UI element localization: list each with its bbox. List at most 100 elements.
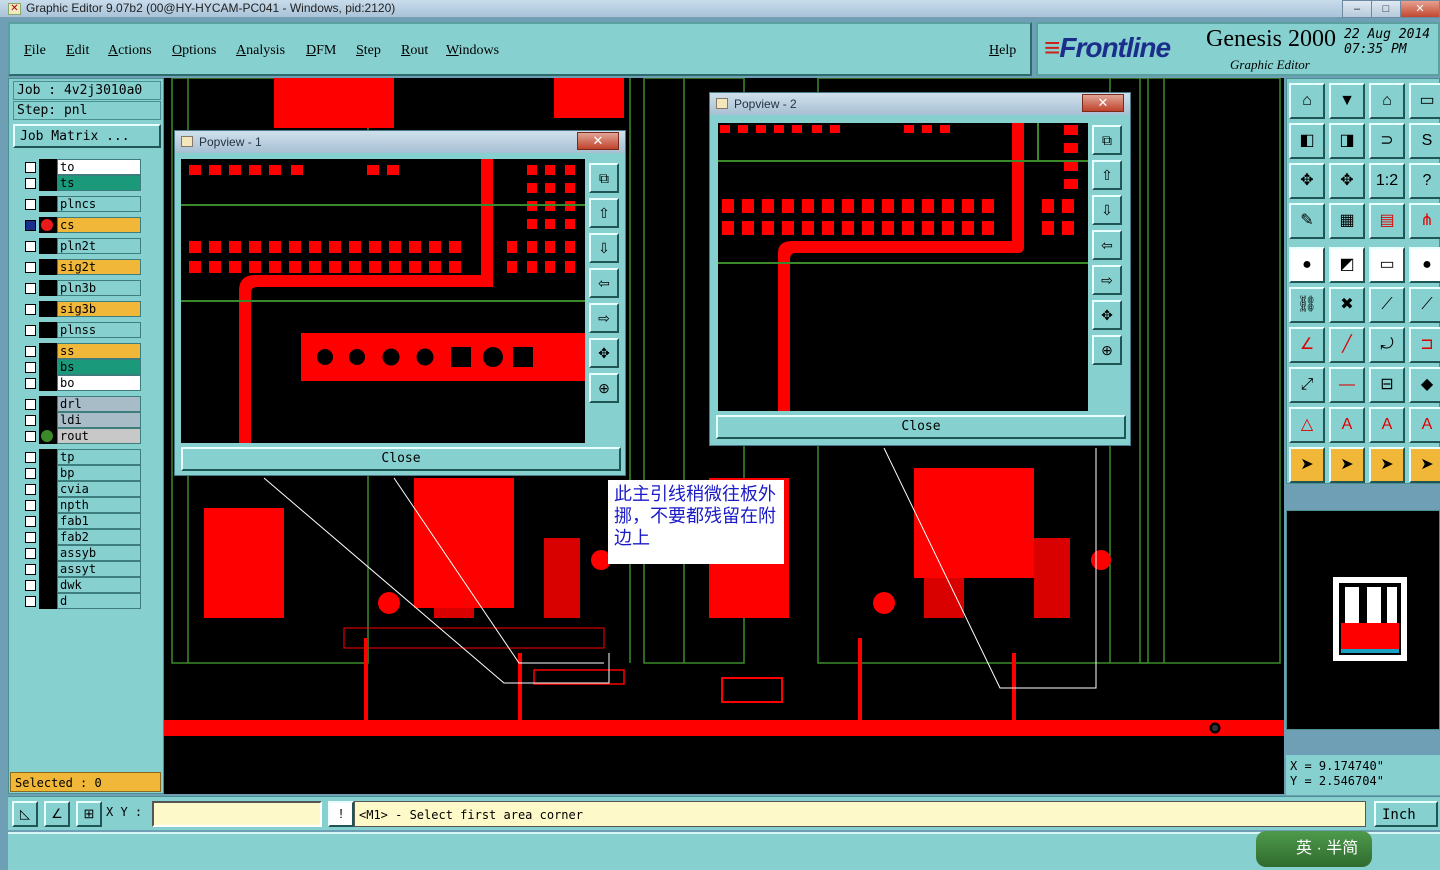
menu-step[interactable]: Step [356,43,381,59]
line-add-icon[interactable]: ◩ [1329,247,1365,283]
overview-map[interactable] [1286,510,1440,730]
popview-1-view[interactable] [181,159,585,443]
layer-row-pln3b[interactable]: pln3b [23,280,141,296]
popview-pan-right-button[interactable]: ⇨ [1092,265,1122,295]
pointer-icon[interactable]: ➤ [1289,447,1325,483]
popview-1-close-button[interactable]: Close [181,447,621,471]
popview-zoom-fit-button[interactable]: ⧉ [1092,125,1122,155]
layer-row-drl[interactable]: drl [23,396,141,412]
layer-row-d[interactable]: d [23,593,141,609]
layer-checkbox[interactable] [25,283,36,294]
step-repeat-icon[interactable]: ⊃ [1369,123,1405,159]
snap-center-icon[interactable]: ⊞ [76,801,102,827]
layer-name[interactable]: fab1 [57,513,141,529]
resize-icon[interactable]: ⊟ [1369,367,1405,403]
popview-2-view[interactable] [718,123,1088,411]
open-icon[interactable]: ⌂ [1369,83,1405,119]
menu-dfm[interactable]: DFM [306,43,336,59]
measure-icon[interactable]: ✎ [1289,203,1325,239]
layer-row-fab1[interactable]: fab1 [23,513,141,529]
layer-checkbox[interactable] [25,199,36,210]
layer-row-plncs[interactable]: plncs [23,196,141,212]
arch-icon[interactable]: A [1369,407,1405,443]
layer-name[interactable]: npth [57,497,141,513]
popview-pan-left-button[interactable]: ⇦ [1092,230,1122,260]
layer-name[interactable]: dwk [57,577,141,593]
layer-name[interactable]: bo [57,375,141,391]
layer-name[interactable]: drl [57,396,141,412]
netlist-icon[interactable]: ⋔ [1409,203,1440,239]
layer-row-bo[interactable]: bo [23,375,141,391]
layer-row-ts[interactable]: ts [23,175,141,191]
menu-file[interactable]: File [24,43,46,59]
layer-name[interactable]: plnss [57,322,141,338]
xy-input[interactable] [152,801,322,827]
layer-name[interactable]: pln3b [57,280,141,296]
layer-checkbox[interactable] [25,304,36,315]
layer-checkbox[interactable] [25,162,36,173]
layer-name[interactable]: plncs [57,196,141,212]
layer-name[interactable]: bp [57,465,141,481]
pan-left-icon[interactable]: ◧ [1289,123,1325,159]
layer-row-to[interactable]: to [23,159,141,175]
menu-rout[interactable]: Rout [401,43,428,59]
layer-checkbox[interactable] [25,532,36,543]
popview-2-close-x[interactable]: ✕ [1082,94,1124,112]
zoom-fit-icon[interactable]: ✥ [1329,163,1365,199]
layer-checkbox[interactable] [25,178,36,189]
job-matrix-button[interactable]: Job Matrix ... [13,124,161,148]
pad-add-icon[interactable]: ● [1289,247,1325,283]
angle-icon[interactable]: ∠ [1289,327,1325,363]
layer-checkbox[interactable] [25,500,36,511]
select-icon[interactable]: ➤ [1329,447,1365,483]
vertex-icon[interactable]: A [1329,407,1365,443]
layer-checkbox[interactable] [25,362,36,373]
layer-name[interactable]: ss [57,343,141,359]
window-close-button[interactable]: ✕ [1400,0,1440,18]
layer-row-rout[interactable]: rout [23,428,141,444]
layer-name[interactable]: d [57,593,141,609]
layer-checkbox[interactable] [25,468,36,479]
layer-row-plnss[interactable]: plnss [23,322,141,338]
layer-checkbox[interactable] [25,596,36,607]
snap-angle-icon[interactable]: ∠ [44,801,70,827]
popview-zoom-in-button[interactable]: ✥ [589,338,619,368]
ruler-icon[interactable]: ▭ [1369,247,1405,283]
popview-pan-up-button[interactable]: ⇧ [589,198,619,228]
layer-checkbox[interactable] [25,346,36,357]
menu-help[interactable]: Help [989,43,1016,59]
popview-pan-right-button[interactable]: ⇨ [589,303,619,333]
scale-1-2-icon[interactable]: 1:2 [1369,163,1405,199]
popview-zoom-out-button[interactable]: ⊕ [1092,335,1122,365]
popview-1-close-x[interactable]: ✕ [577,132,619,150]
layer-row-cvia[interactable]: cvia [23,481,141,497]
menu-options[interactable]: Options [172,43,216,59]
cross-icon[interactable]: ✖ [1329,287,1365,323]
minus-icon[interactable]: — [1329,367,1365,403]
layer-name[interactable]: assyb [57,545,141,561]
layer-name[interactable]: cs [57,217,141,233]
layer-checkbox[interactable] [25,378,36,389]
popview-pan-left-button[interactable]: ⇦ [589,268,619,298]
menu-edit[interactable]: Edit [66,43,89,59]
layer-row-ss[interactable]: ss [23,343,141,359]
layer-checkbox[interactable] [25,548,36,559]
triangle-icon[interactable]: △ [1289,407,1325,443]
layer-row-pln2t[interactable]: pln2t [23,238,141,254]
snap-grid-icon[interactable]: ◺ [12,801,38,827]
snap-icon[interactable]: S [1409,123,1440,159]
layer-row-cs[interactable]: cs [23,217,141,233]
popview-pan-down-button[interactable]: ⇩ [589,233,619,263]
select-mode-icon[interactable]: ➤ [1409,447,1440,483]
layer-name[interactable]: cvia [57,481,141,497]
layers-icon[interactable]: ▤ [1369,203,1405,239]
layer-checkbox[interactable] [25,241,36,252]
layer-checkbox[interactable] [25,564,36,575]
layer-checkbox[interactable] [25,484,36,495]
circle-icon[interactable]: ● [1409,247,1440,283]
layer-row-tp[interactable]: tp [23,449,141,465]
layer-name[interactable]: pln2t [57,238,141,254]
layer-checkbox[interactable] [25,399,36,410]
save-icon[interactable]: ▼ [1329,83,1365,119]
unit-selector[interactable]: Inch [1374,801,1438,827]
